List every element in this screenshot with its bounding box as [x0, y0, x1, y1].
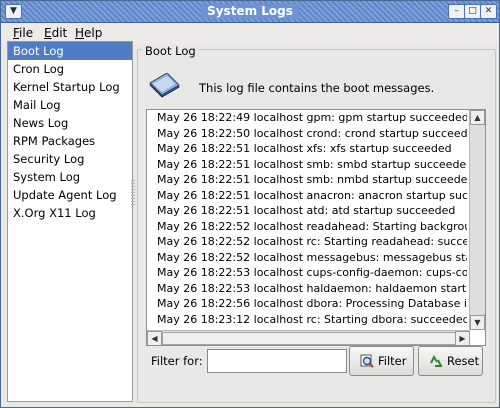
- title-bar[interactable]: ▼ System Logs – □ ✕: [1, 1, 499, 23]
- window-title: System Logs: [201, 4, 299, 18]
- sidebar-item-boot-log[interactable]: Boot Log: [8, 42, 132, 60]
- filter-input[interactable]: [207, 349, 347, 373]
- sidebar-item-system-log[interactable]: System Log: [8, 168, 132, 186]
- reset-button[interactable]: Reset: [418, 346, 483, 376]
- magnifier-icon: [360, 354, 374, 368]
- log-line: May 26 18:22:53 localhost cups-config-da…: [157, 266, 467, 279]
- frame-label: Boot Log: [142, 44, 199, 58]
- filter-label: Filter for:: [151, 354, 203, 368]
- log-line: May 26 18:22:51 localhost xfs: xfs start…: [157, 142, 452, 155]
- log-lines: May 26 18:22:49 localhost gpm: gpm start…: [157, 110, 467, 326]
- log-line: May 26 18:22:51 localhost anacron: anacr…: [157, 188, 467, 202]
- scroll-right-icon[interactable]: ▶: [455, 331, 470, 345]
- sidebar-item-rpm-packages[interactable]: RPM Packages: [8, 132, 132, 150]
- pane-splitter[interactable]: [131, 179, 135, 205]
- log-viewer[interactable]: May 26 18:22:49 localhost gpm: gpm start…: [146, 109, 486, 346]
- close-icon[interactable]: ✕: [480, 4, 497, 19]
- log-line: May 26 18:22:53 localhost haldaemon: hal…: [157, 281, 467, 295]
- log-line: May 26 18:22:51 localhost atd: atd start…: [157, 204, 456, 217]
- log-line: May 26 18:22:52 localhost messagebus: me…: [157, 250, 467, 264]
- scroll-down-icon[interactable]: ▼: [470, 315, 485, 330]
- menu-edit[interactable]: Edit: [44, 26, 67, 40]
- minimize-icon[interactable]: –: [448, 4, 465, 19]
- sidebar-item-security-log[interactable]: Security Log: [8, 150, 132, 168]
- horizontal-scrollbar[interactable]: ◀ ▶: [147, 330, 470, 345]
- filter-button[interactable]: Filter: [349, 346, 414, 376]
- log-line: May 26 18:22:56 localhost dbora: Process…: [157, 297, 467, 310]
- vertical-scrollbar[interactable]: ▲ ▼: [469, 110, 485, 330]
- menu-bar: File Edit Help: [1, 23, 499, 43]
- scroll-up-icon[interactable]: ▲: [470, 110, 485, 125]
- log-line: May 26 18:22:52 localhost rc: Starting r…: [157, 235, 467, 248]
- sidebar-item-news-log[interactable]: News Log: [8, 114, 132, 132]
- sidebar-item-update-agent-log[interactable]: Update Agent Log: [8, 186, 132, 204]
- recycle-icon: [430, 354, 443, 367]
- log-line: May 26 18:22:50 localhost crond: crond s…: [157, 126, 467, 140]
- horizontal-scroll-thumb[interactable]: [162, 332, 457, 345]
- log-line: May 26 18:22:49 localhost gpm: gpm start…: [157, 111, 467, 124]
- reset-button-label: Reset: [447, 354, 480, 368]
- scroll-left-icon[interactable]: ◀: [147, 331, 162, 345]
- maximize-icon[interactable]: □: [464, 4, 481, 19]
- menu-help[interactable]: Help: [75, 26, 102, 40]
- log-list: Boot Log Cron Log Kernel Startup Log Mai…: [7, 41, 133, 402]
- log-line: May 26 18:23:12 localhost rc: Starting d…: [157, 312, 467, 326]
- log-description: This log file contains the boot messages…: [199, 81, 435, 95]
- log-line: May 26 18:22:51 localhost smb: smbd star…: [157, 157, 467, 171]
- sidebar-item-kernel-startup-log[interactable]: Kernel Startup Log: [8, 78, 132, 96]
- system-logs-window: ▼ System Logs – □ ✕ File Edit Help Boot …: [0, 0, 500, 408]
- book-icon: [149, 73, 180, 98]
- filter-button-label: Filter: [378, 354, 407, 368]
- sidebar-item-mail-log[interactable]: Mail Log: [8, 96, 132, 114]
- log-line: May 26 18:22:51 localhost smb: nmbd star…: [157, 173, 467, 186]
- menu-file[interactable]: File: [13, 26, 33, 40]
- sidebar-item-cron-log[interactable]: Cron Log: [8, 60, 132, 78]
- log-line: May 26 18:22:52 localhost readahead: Sta…: [157, 219, 467, 233]
- sidebar-item-xorg-x11-log[interactable]: X.Org X11 Log: [8, 204, 132, 222]
